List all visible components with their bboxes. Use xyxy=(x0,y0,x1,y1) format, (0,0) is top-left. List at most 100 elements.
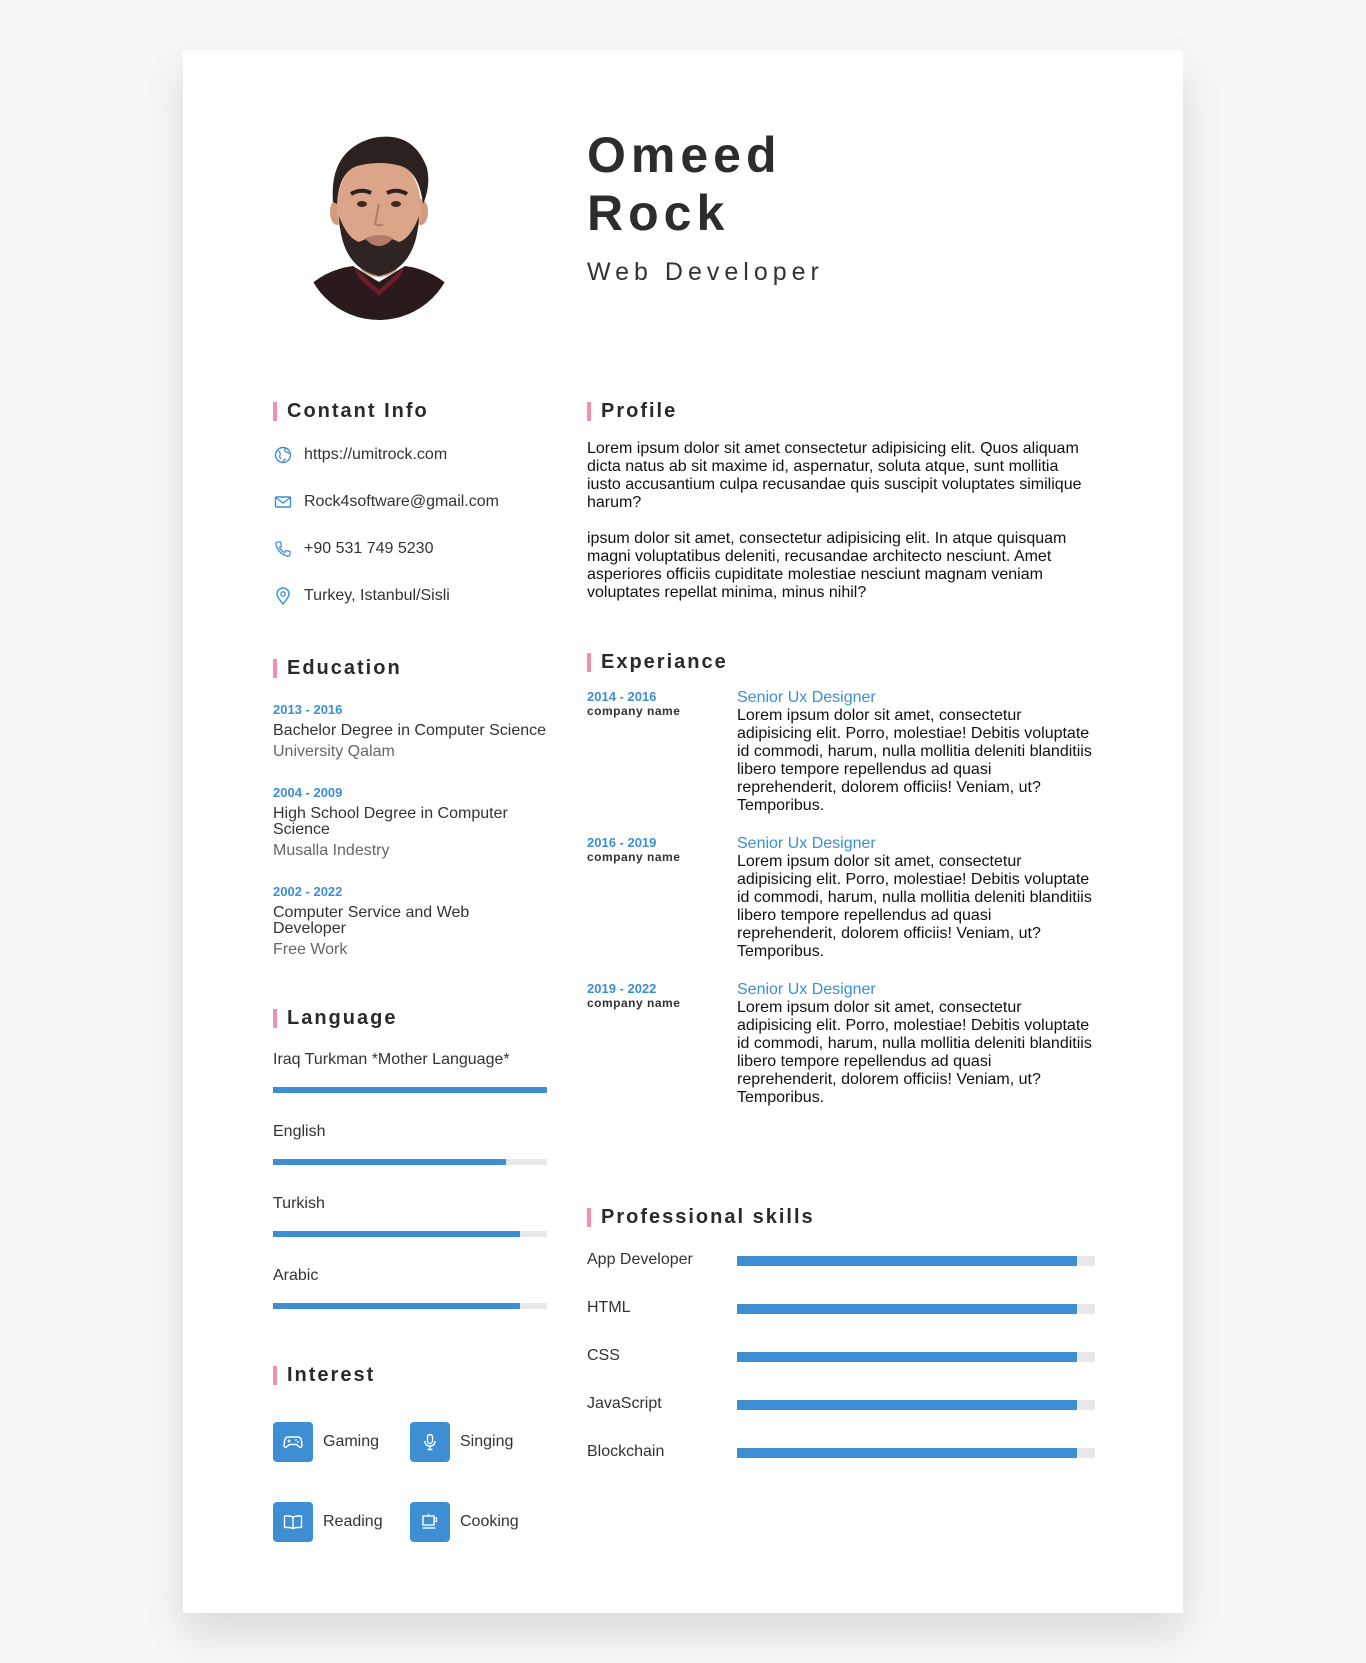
interest-label: Gaming xyxy=(323,1433,380,1450)
skills-section-title: Professional skills xyxy=(587,1206,815,1228)
interest-label: Reading xyxy=(323,1513,383,1530)
location-pin-icon xyxy=(273,586,293,606)
experience-description: Lorem ipsum dolor sit amet, consectetur … xyxy=(737,707,1092,814)
education-item: 2004 - 2009 High School Degree in Comput… xyxy=(273,785,523,860)
language-item: Turkish xyxy=(273,1195,547,1237)
skill-name: HTML xyxy=(587,1299,631,1316)
language-level-fill xyxy=(273,1159,506,1165)
skill-level-fill xyxy=(737,1400,1078,1410)
experience-years: 2019 - 2022 xyxy=(587,981,657,996)
language-item: Iraq Turkman *Mother Language* xyxy=(273,1051,547,1093)
language-level-bar xyxy=(273,1303,547,1309)
experience-section-title: Experiance xyxy=(587,651,728,673)
experience-years: 2014 - 2016 xyxy=(587,689,657,704)
experience-company: company name xyxy=(587,996,681,1010)
education-degree: High School Degree in Computer Science xyxy=(273,805,508,838)
language-level-bar xyxy=(273,1087,547,1093)
language-section-title: Language xyxy=(273,1007,397,1029)
language-level-fill xyxy=(273,1087,547,1093)
contact-section-title: Contant Info xyxy=(273,400,429,422)
experience-years: 2016 - 2019 xyxy=(587,835,657,850)
skill-item: Blockchain xyxy=(587,1442,1097,1462)
resume-page: Omeed Rock Web Developer Contant Info ht… xyxy=(183,50,1183,1613)
skill-level-fill xyxy=(737,1256,1078,1266)
contact-text: Rock4software@gmail.com xyxy=(304,493,499,510)
language-level-fill xyxy=(273,1303,520,1309)
education-years: 2013 - 2016 xyxy=(273,702,343,717)
interest-item-reading: Reading xyxy=(273,1502,383,1542)
book-icon xyxy=(273,1502,313,1542)
interest-item-cooking: Cooking xyxy=(410,1502,519,1542)
profile-section-title: Profile xyxy=(587,400,677,422)
skill-level-bar xyxy=(737,1352,1095,1362)
experience-job-title: Senior Ux Designer xyxy=(737,835,876,852)
skill-level-bar xyxy=(737,1256,1095,1266)
contact-phone[interactable]: +90 531 749 5230 xyxy=(273,537,433,561)
experience-company: company name xyxy=(587,704,681,718)
experience-company: company name xyxy=(587,850,681,864)
microphone-icon xyxy=(410,1422,450,1462)
skill-level-fill xyxy=(737,1304,1078,1314)
language-name: English xyxy=(273,1123,326,1140)
contact-email[interactable]: Rock4software@gmail.com xyxy=(273,490,499,514)
education-item: 2002 - 2022 Computer Service and Web Dev… xyxy=(273,884,493,959)
skill-item: HTML xyxy=(587,1298,1097,1318)
language-name: Turkish xyxy=(273,1195,325,1212)
skill-name: Blockchain xyxy=(587,1443,665,1460)
person-name: Omeed Rock xyxy=(587,126,782,242)
coffee-cup-icon xyxy=(410,1502,450,1542)
education-section-title: Education xyxy=(273,657,402,679)
job-role: Web Developer xyxy=(587,258,824,286)
education-years: 2002 - 2022 xyxy=(273,884,343,899)
language-level-bar xyxy=(273,1159,547,1165)
interest-item-gaming: Gaming xyxy=(273,1422,379,1462)
language-name: Iraq Turkman *Mother Language* xyxy=(273,1051,510,1068)
skill-name: CSS xyxy=(587,1347,620,1364)
person-portrait-image xyxy=(303,120,455,320)
experience-description: Lorem ipsum dolor sit amet, consectetur … xyxy=(737,853,1092,960)
skill-name: JavaScript xyxy=(587,1395,662,1412)
contact-text: https://umitrock.com xyxy=(304,446,448,463)
skill-level-bar xyxy=(737,1448,1095,1458)
contact-text: +90 531 749 5230 xyxy=(304,540,434,557)
education-degree: Computer Service and Web Developer xyxy=(273,904,470,937)
language-level-bar xyxy=(273,1231,547,1237)
skill-name: App Developer xyxy=(587,1251,693,1268)
profile-photo xyxy=(303,120,455,320)
skill-level-fill xyxy=(737,1448,1078,1458)
education-years: 2004 - 2009 xyxy=(273,785,343,800)
experience-job-title: Senior Ux Designer xyxy=(737,689,876,706)
phone-icon xyxy=(273,539,293,559)
interest-label: Singing xyxy=(460,1433,514,1450)
contact-text: Turkey, Istanbul/Sisli xyxy=(304,587,450,604)
skill-level-bar xyxy=(737,1304,1095,1314)
gamepad-icon xyxy=(273,1422,313,1462)
experience-description: Lorem ipsum dolor sit amet, consectetur … xyxy=(737,999,1092,1106)
interest-section-title: Interest xyxy=(273,1364,375,1386)
skill-item: App Developer xyxy=(587,1250,1097,1270)
skill-item: JavaScript xyxy=(587,1394,1097,1414)
first-name: Omeed xyxy=(587,127,782,183)
education-school: Free Work xyxy=(273,941,348,958)
skill-level-fill xyxy=(737,1352,1078,1362)
language-name: Arabic xyxy=(273,1267,319,1284)
contact-location[interactable]: Turkey, Istanbul/Sisli xyxy=(273,584,450,608)
interest-item-singing: Singing xyxy=(410,1422,513,1462)
profile-paragraph: ipsum dolor sit amet, consectetur adipis… xyxy=(587,530,1067,601)
skill-level-bar xyxy=(737,1400,1095,1410)
language-item: Arabic xyxy=(273,1267,547,1309)
education-item: 2013 - 2016 Bachelor Degree in Computer … xyxy=(273,702,563,761)
profile-paragraph: Lorem ipsum dolor sit amet consectetur a… xyxy=(587,440,1082,511)
skill-item: CSS xyxy=(587,1346,1097,1366)
education-school: University Qalam xyxy=(273,743,395,760)
education-degree: Bachelor Degree in Computer Science xyxy=(273,722,547,739)
education-school: Musalla Indestry xyxy=(273,842,390,859)
contact-website[interactable]: https://umitrock.com xyxy=(273,443,447,467)
language-item: English xyxy=(273,1123,547,1165)
globe-icon xyxy=(273,445,293,465)
experience-job-title: Senior Ux Designer xyxy=(737,981,876,998)
language-level-fill xyxy=(273,1231,520,1237)
interest-label: Cooking xyxy=(460,1513,519,1530)
mail-icon xyxy=(273,492,293,512)
last-name: Rock xyxy=(587,185,730,241)
